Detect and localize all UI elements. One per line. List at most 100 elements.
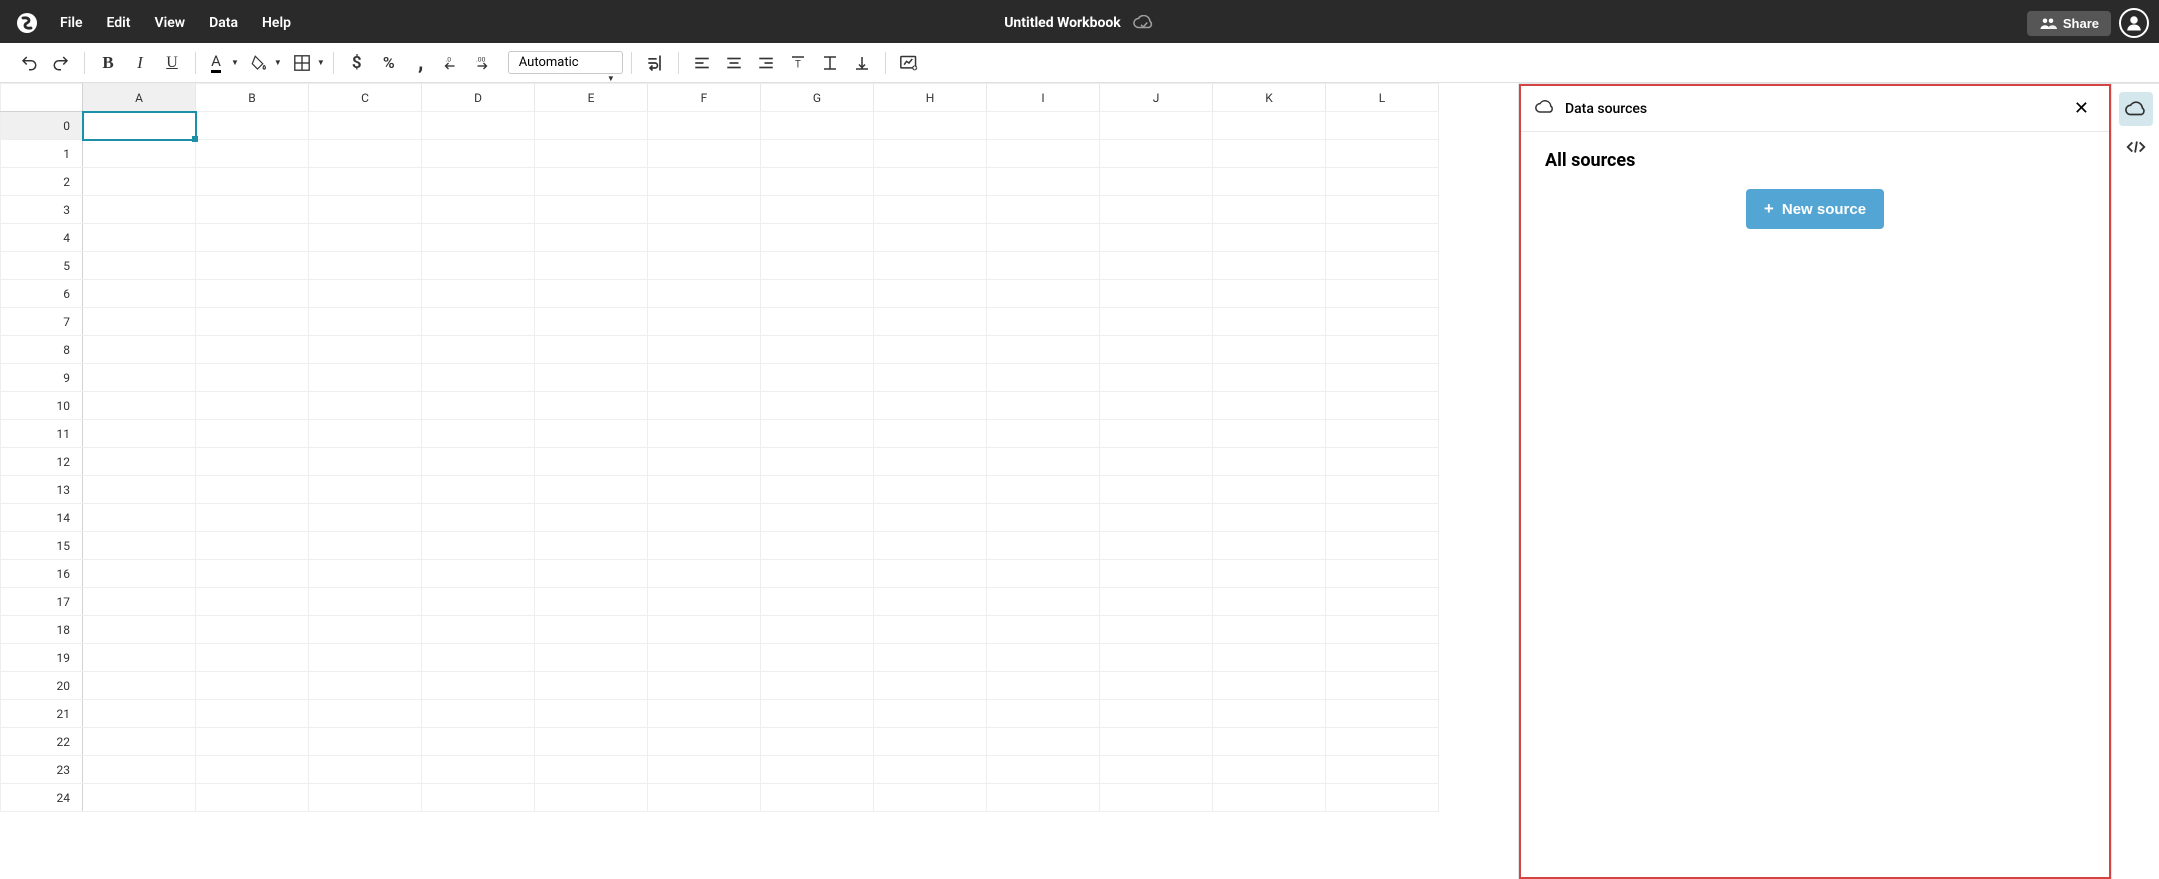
align-middle-button[interactable] bbox=[815, 48, 845, 78]
cell-I23[interactable] bbox=[987, 756, 1100, 784]
cell-A13[interactable] bbox=[83, 476, 196, 504]
col-header-F[interactable]: F bbox=[648, 84, 761, 112]
cell-I2[interactable] bbox=[987, 168, 1100, 196]
cell-L20[interactable] bbox=[1326, 672, 1439, 700]
cell-H24[interactable] bbox=[874, 784, 987, 812]
cell-J7[interactable] bbox=[1100, 308, 1213, 336]
cell-F4[interactable] bbox=[648, 224, 761, 252]
cell-I7[interactable] bbox=[987, 308, 1100, 336]
comma-button[interactable]: , bbox=[406, 48, 436, 78]
cell-C12[interactable] bbox=[309, 448, 422, 476]
row-header-1[interactable]: 1 bbox=[1, 140, 83, 168]
cell-I6[interactable] bbox=[987, 280, 1100, 308]
cell-D11[interactable] bbox=[422, 420, 535, 448]
menu-data[interactable]: Data bbox=[199, 11, 248, 35]
cell-J12[interactable] bbox=[1100, 448, 1213, 476]
cell-L8[interactable] bbox=[1326, 336, 1439, 364]
cell-F11[interactable] bbox=[648, 420, 761, 448]
cell-B6[interactable] bbox=[196, 280, 309, 308]
bold-button[interactable]: B bbox=[93, 48, 123, 78]
cell-K18[interactable] bbox=[1213, 616, 1326, 644]
cell-L4[interactable] bbox=[1326, 224, 1439, 252]
cell-K2[interactable] bbox=[1213, 168, 1326, 196]
cloud-sync-icon[interactable] bbox=[1133, 15, 1155, 31]
cell-A0[interactable] bbox=[83, 112, 196, 140]
new-source-button[interactable]: + New source bbox=[1746, 189, 1884, 229]
col-header-C[interactable]: C bbox=[309, 84, 422, 112]
cell-A18[interactable] bbox=[83, 616, 196, 644]
cell-E18[interactable] bbox=[535, 616, 648, 644]
cell-H11[interactable] bbox=[874, 420, 987, 448]
cell-G12[interactable] bbox=[761, 448, 874, 476]
cell-L24[interactable] bbox=[1326, 784, 1439, 812]
cell-F20[interactable] bbox=[648, 672, 761, 700]
cell-D9[interactable] bbox=[422, 364, 535, 392]
cell-B17[interactable] bbox=[196, 588, 309, 616]
cell-B0[interactable] bbox=[196, 112, 309, 140]
menu-view[interactable]: View bbox=[145, 11, 196, 35]
col-header-E[interactable]: E bbox=[535, 84, 648, 112]
cell-D15[interactable] bbox=[422, 532, 535, 560]
col-header-B[interactable]: B bbox=[196, 84, 309, 112]
align-left-button[interactable] bbox=[687, 48, 717, 78]
cell-D19[interactable] bbox=[422, 644, 535, 672]
cell-H0[interactable] bbox=[874, 112, 987, 140]
cell-G2[interactable] bbox=[761, 168, 874, 196]
cell-K0[interactable] bbox=[1213, 112, 1326, 140]
cell-E21[interactable] bbox=[535, 700, 648, 728]
cell-A12[interactable] bbox=[83, 448, 196, 476]
italic-button[interactable]: I bbox=[125, 48, 155, 78]
cell-D18[interactable] bbox=[422, 616, 535, 644]
cell-G20[interactable] bbox=[761, 672, 874, 700]
cell-A19[interactable] bbox=[83, 644, 196, 672]
cell-L18[interactable] bbox=[1326, 616, 1439, 644]
cell-J6[interactable] bbox=[1100, 280, 1213, 308]
text-color-dropdown[interactable]: ▼ bbox=[231, 58, 239, 67]
cell-G17[interactable] bbox=[761, 588, 874, 616]
cell-C6[interactable] bbox=[309, 280, 422, 308]
select-all-corner[interactable] bbox=[1, 84, 83, 112]
cell-K23[interactable] bbox=[1213, 756, 1326, 784]
col-header-A[interactable]: A bbox=[83, 84, 196, 112]
cell-F6[interactable] bbox=[648, 280, 761, 308]
row-header-15[interactable]: 15 bbox=[1, 532, 83, 560]
cell-H9[interactable] bbox=[874, 364, 987, 392]
cell-E20[interactable] bbox=[535, 672, 648, 700]
cell-F10[interactable] bbox=[648, 392, 761, 420]
wrap-text-button[interactable] bbox=[640, 48, 670, 78]
cell-D2[interactable] bbox=[422, 168, 535, 196]
cell-J10[interactable] bbox=[1100, 392, 1213, 420]
cell-E7[interactable] bbox=[535, 308, 648, 336]
cell-B2[interactable] bbox=[196, 168, 309, 196]
cell-F13[interactable] bbox=[648, 476, 761, 504]
cell-A6[interactable] bbox=[83, 280, 196, 308]
cell-K6[interactable] bbox=[1213, 280, 1326, 308]
cell-B12[interactable] bbox=[196, 448, 309, 476]
cell-H2[interactable] bbox=[874, 168, 987, 196]
row-header-24[interactable]: 24 bbox=[1, 784, 83, 812]
cell-C1[interactable] bbox=[309, 140, 422, 168]
cell-L16[interactable] bbox=[1326, 560, 1439, 588]
percent-button[interactable]: % bbox=[374, 48, 404, 78]
col-header-J[interactable]: J bbox=[1100, 84, 1213, 112]
row-header-4[interactable]: 4 bbox=[1, 224, 83, 252]
cell-L23[interactable] bbox=[1326, 756, 1439, 784]
cell-C9[interactable] bbox=[309, 364, 422, 392]
cell-H15[interactable] bbox=[874, 532, 987, 560]
cell-G24[interactable] bbox=[761, 784, 874, 812]
cell-J16[interactable] bbox=[1100, 560, 1213, 588]
cell-A9[interactable] bbox=[83, 364, 196, 392]
fill-color-button[interactable] bbox=[247, 48, 271, 78]
cell-I18[interactable] bbox=[987, 616, 1100, 644]
cell-D6[interactable] bbox=[422, 280, 535, 308]
cell-L1[interactable] bbox=[1326, 140, 1439, 168]
cell-G4[interactable] bbox=[761, 224, 874, 252]
spreadsheet[interactable]: ABCDEFGHIJKL0123456789101112131415161718… bbox=[0, 83, 1519, 879]
cell-L2[interactable] bbox=[1326, 168, 1439, 196]
cell-H10[interactable] bbox=[874, 392, 987, 420]
cell-F9[interactable] bbox=[648, 364, 761, 392]
col-header-H[interactable]: H bbox=[874, 84, 987, 112]
cell-D16[interactable] bbox=[422, 560, 535, 588]
cell-G5[interactable] bbox=[761, 252, 874, 280]
cell-F14[interactable] bbox=[648, 504, 761, 532]
